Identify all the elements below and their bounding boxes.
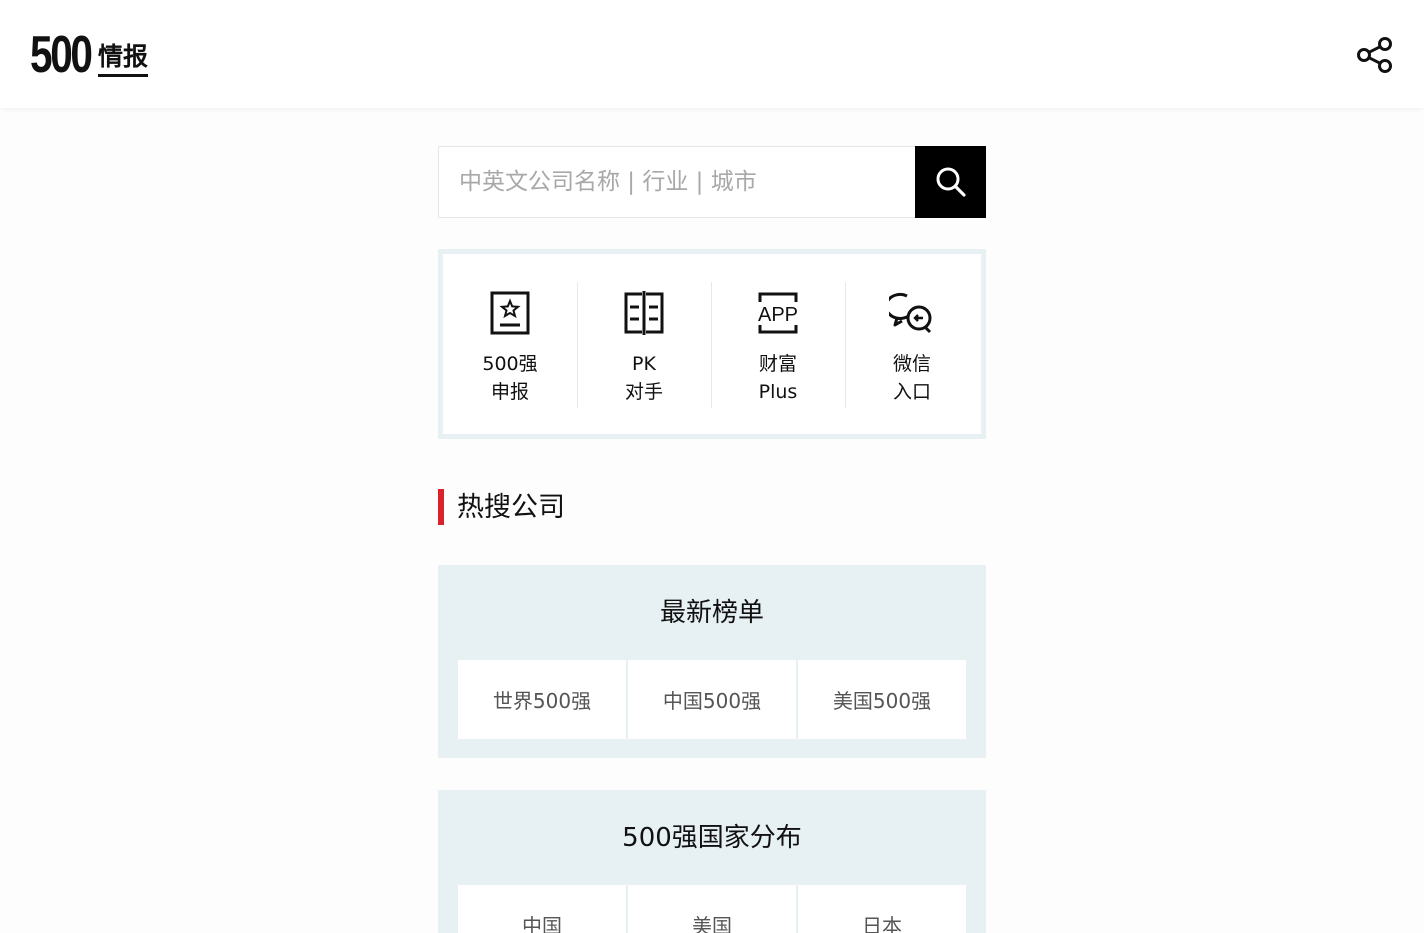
logo[interactable]: 500 情报 bbox=[30, 26, 149, 84]
ranking-link[interactable]: 中国500强 bbox=[628, 660, 796, 739]
wechat-icon bbox=[889, 292, 932, 334]
star-badge-icon bbox=[490, 291, 530, 335]
svg-text:APP: APP bbox=[758, 304, 798, 326]
card-title: 500强国家分布 bbox=[622, 823, 802, 853]
app-icon: APP bbox=[758, 292, 798, 334]
card-title: 最新榜单 bbox=[659, 598, 764, 628]
quick-link-label: PK 对手 bbox=[624, 353, 663, 403]
quick-link-apply[interactable]: 500强 申报 bbox=[443, 282, 577, 408]
country-link[interactable]: 美国 bbox=[628, 885, 796, 933]
share-icon[interactable] bbox=[1356, 36, 1394, 74]
logo-text: 情报 bbox=[98, 41, 149, 77]
quick-links-panel: 500强 申报 PK 对手 APP 财富 Plus 微信 入口 bbox=[438, 249, 986, 439]
quick-link-label: 微信 入口 bbox=[892, 353, 931, 403]
latest-rankings-card: 最新榜单 世界500强 中国500强 美国500强 bbox=[438, 565, 986, 758]
quick-link-plus[interactable]: APP 财富 Plus bbox=[711, 282, 845, 408]
card-links: 中国 美国 日本 bbox=[458, 885, 966, 933]
search-bar bbox=[438, 146, 986, 218]
country-link[interactable]: 日本 bbox=[798, 885, 966, 933]
country-link[interactable]: 中国 bbox=[458, 885, 626, 933]
compare-icon bbox=[624, 291, 664, 335]
quick-link-wechat[interactable]: 微信 入口 bbox=[845, 282, 979, 408]
top-header: 500 情报 bbox=[0, 0, 1424, 108]
quick-link-label: 财富 Plus bbox=[758, 353, 798, 403]
ranking-link[interactable]: 世界500强 bbox=[458, 660, 626, 739]
logo-number: 500 bbox=[30, 26, 93, 84]
card-links: 世界500强 中国500强 美国500强 bbox=[458, 660, 966, 739]
search-button[interactable] bbox=[915, 146, 986, 218]
hot-companies-title: 热搜公司 bbox=[438, 489, 565, 525]
country-distribution-card: 500强国家分布 中国 美国 日本 bbox=[438, 790, 986, 933]
ranking-link[interactable]: 美国500强 bbox=[798, 660, 966, 739]
quick-link-pk[interactable]: PK 对手 bbox=[577, 282, 711, 408]
search-icon bbox=[936, 167, 966, 197]
search-input[interactable] bbox=[438, 146, 915, 218]
quick-link-label: 500强 申报 bbox=[482, 353, 538, 403]
